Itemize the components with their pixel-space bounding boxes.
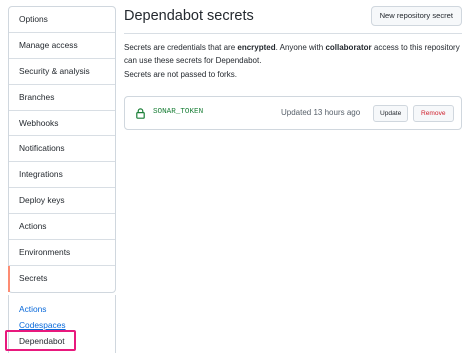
sidebar-item-integrations[interactable]: Integrations xyxy=(9,162,115,189)
lock-icon xyxy=(136,108,145,119)
annotation-highlight-box xyxy=(5,330,76,351)
desc-bold-encrypted: encrypted xyxy=(237,43,276,52)
sidebar-item-manage-access[interactable]: Manage access xyxy=(9,33,115,59)
sidebar-item-branches[interactable]: Branches xyxy=(9,85,115,111)
update-secret-button[interactable]: Update xyxy=(373,105,409,122)
new-repository-secret-button[interactable]: New repository secret xyxy=(370,6,462,26)
desc-text-2: . Anyone with xyxy=(275,43,326,52)
sidebar-item-actions[interactable]: Actions xyxy=(9,214,115,241)
sidebar-item-webhooks[interactable]: Webhooks xyxy=(9,111,115,137)
secret-row: SONAR_TOKEN Updated 13 hours ago Update … xyxy=(124,96,462,130)
header-divider xyxy=(124,33,462,34)
forks-note: Secrets are not passed to forks. xyxy=(124,70,237,79)
settings-menu: Options Manage access Security & analysi… xyxy=(8,6,116,293)
remove-secret-button[interactable]: Remove xyxy=(413,105,454,122)
desc-text-1: Secrets are credentials that are xyxy=(124,43,238,52)
desc-bold-collaborator: collaborator xyxy=(325,43,372,52)
secret-updated-time: Updated 13 hours ago xyxy=(281,108,361,117)
page-title: Dependabot secrets xyxy=(124,8,254,24)
sidebar-item-secrets[interactable]: Secrets xyxy=(8,265,115,292)
page-header: Dependabot secrets New repository secret xyxy=(124,6,468,28)
sidebar-item-security-analysis[interactable]: Security & analysis xyxy=(9,59,115,85)
sidebar-item-notifications[interactable]: Notifications xyxy=(9,136,115,163)
secrets-description: Secrets are credentials that are encrypt… xyxy=(124,42,468,67)
sidebar-item-options[interactable]: Options xyxy=(9,7,115,33)
sidebar-item-deploy-keys[interactable]: Deploy keys xyxy=(9,188,115,215)
sidebar-item-environments[interactable]: Environments xyxy=(9,240,115,266)
secret-name: SONAR_TOKEN xyxy=(153,108,204,116)
settings-sidebar: Options Manage access Security & analysi… xyxy=(8,6,116,293)
submenu-item-actions[interactable]: Actions xyxy=(9,301,115,317)
